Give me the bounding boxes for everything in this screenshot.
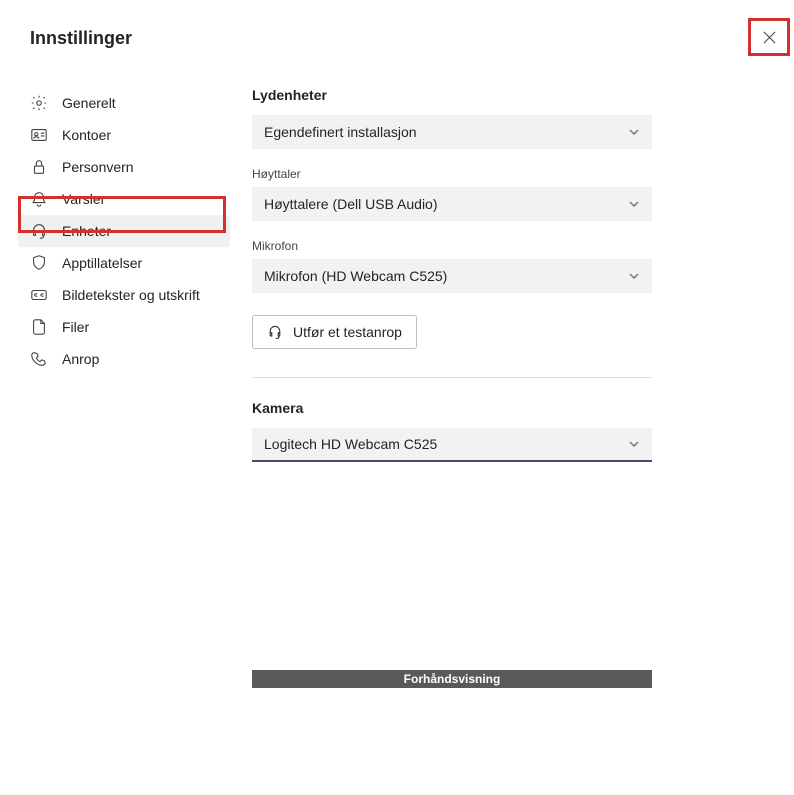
sidebar-item-label: Varsler <box>62 191 105 207</box>
camera-preview-bar: Forhåndsvisning <box>252 670 652 688</box>
dropdown-value: Egendefinert installasjon <box>264 124 417 140</box>
chevron-down-icon <box>628 438 640 450</box>
shield-icon <box>30 254 48 272</box>
preview-label: Forhåndsvisning <box>404 672 501 686</box>
page-title: Innstillinger <box>30 28 132 49</box>
settings-main: Lydenheter Egendefinert installasjon Høy… <box>230 87 794 688</box>
headset-icon <box>267 324 283 340</box>
dropdown-value: Høyttalere (Dell USB Audio) <box>264 196 438 212</box>
sidebar-item-app-permissions[interactable]: Apptillatelser <box>18 247 230 279</box>
chevron-down-icon <box>628 126 640 138</box>
camera-title: Kamera <box>252 400 694 416</box>
id-card-icon <box>30 126 48 144</box>
file-icon <box>30 318 48 336</box>
audio-devices-dropdown[interactable]: Egendefinert installasjon <box>252 115 652 149</box>
camera-dropdown[interactable]: Logitech HD Webcam C525 <box>252 428 652 462</box>
sidebar-item-captions[interactable]: Bildetekster og utskrift <box>18 279 230 311</box>
lock-icon <box>30 158 48 176</box>
microphone-label: Mikrofon <box>252 239 694 253</box>
bell-icon <box>30 190 48 208</box>
gear-icon <box>30 94 48 112</box>
dropdown-value: Mikrofon (HD Webcam C525) <box>264 268 447 284</box>
close-icon <box>762 30 777 45</box>
speaker-label: Høyttaler <box>252 167 694 181</box>
sidebar-item-privacy[interactable]: Personvern <box>18 151 230 183</box>
chevron-down-icon <box>628 270 640 282</box>
settings-sidebar: Generelt Kontoer Personvern Varsler Enhe <box>0 87 230 688</box>
microphone-dropdown[interactable]: Mikrofon (HD Webcam C525) <box>252 259 652 293</box>
test-call-button[interactable]: Utfør et testanrop <box>252 315 417 349</box>
section-divider <box>252 377 652 378</box>
button-label: Utfør et testanrop <box>293 324 402 340</box>
sidebar-item-label: Enheter <box>62 223 111 239</box>
sidebar-item-label: Generelt <box>62 95 116 111</box>
speaker-dropdown[interactable]: Høyttalere (Dell USB Audio) <box>252 187 652 221</box>
sidebar-item-files[interactable]: Filer <box>18 311 230 343</box>
audio-devices-title: Lydenheter <box>252 87 694 103</box>
headset-icon <box>30 222 48 240</box>
phone-icon <box>30 350 48 368</box>
sidebar-item-accounts[interactable]: Kontoer <box>18 119 230 151</box>
sidebar-item-label: Apptillatelser <box>62 255 142 271</box>
sidebar-item-label: Personvern <box>62 159 134 175</box>
sidebar-item-label: Filer <box>62 319 89 335</box>
close-highlight <box>748 18 790 56</box>
sidebar-item-label: Anrop <box>62 351 99 367</box>
dropdown-value: Logitech HD Webcam C525 <box>264 436 437 452</box>
sidebar-item-label: Bildetekster og utskrift <box>62 287 200 303</box>
captions-icon <box>30 286 48 304</box>
close-button[interactable] <box>751 21 787 53</box>
sidebar-item-label: Kontoer <box>62 127 111 143</box>
sidebar-item-calls[interactable]: Anrop <box>18 343 230 375</box>
sidebar-item-notifications[interactable]: Varsler <box>18 183 230 215</box>
chevron-down-icon <box>628 198 640 210</box>
sidebar-item-devices[interactable]: Enheter <box>18 215 230 247</box>
sidebar-item-general[interactable]: Generelt <box>18 87 230 119</box>
